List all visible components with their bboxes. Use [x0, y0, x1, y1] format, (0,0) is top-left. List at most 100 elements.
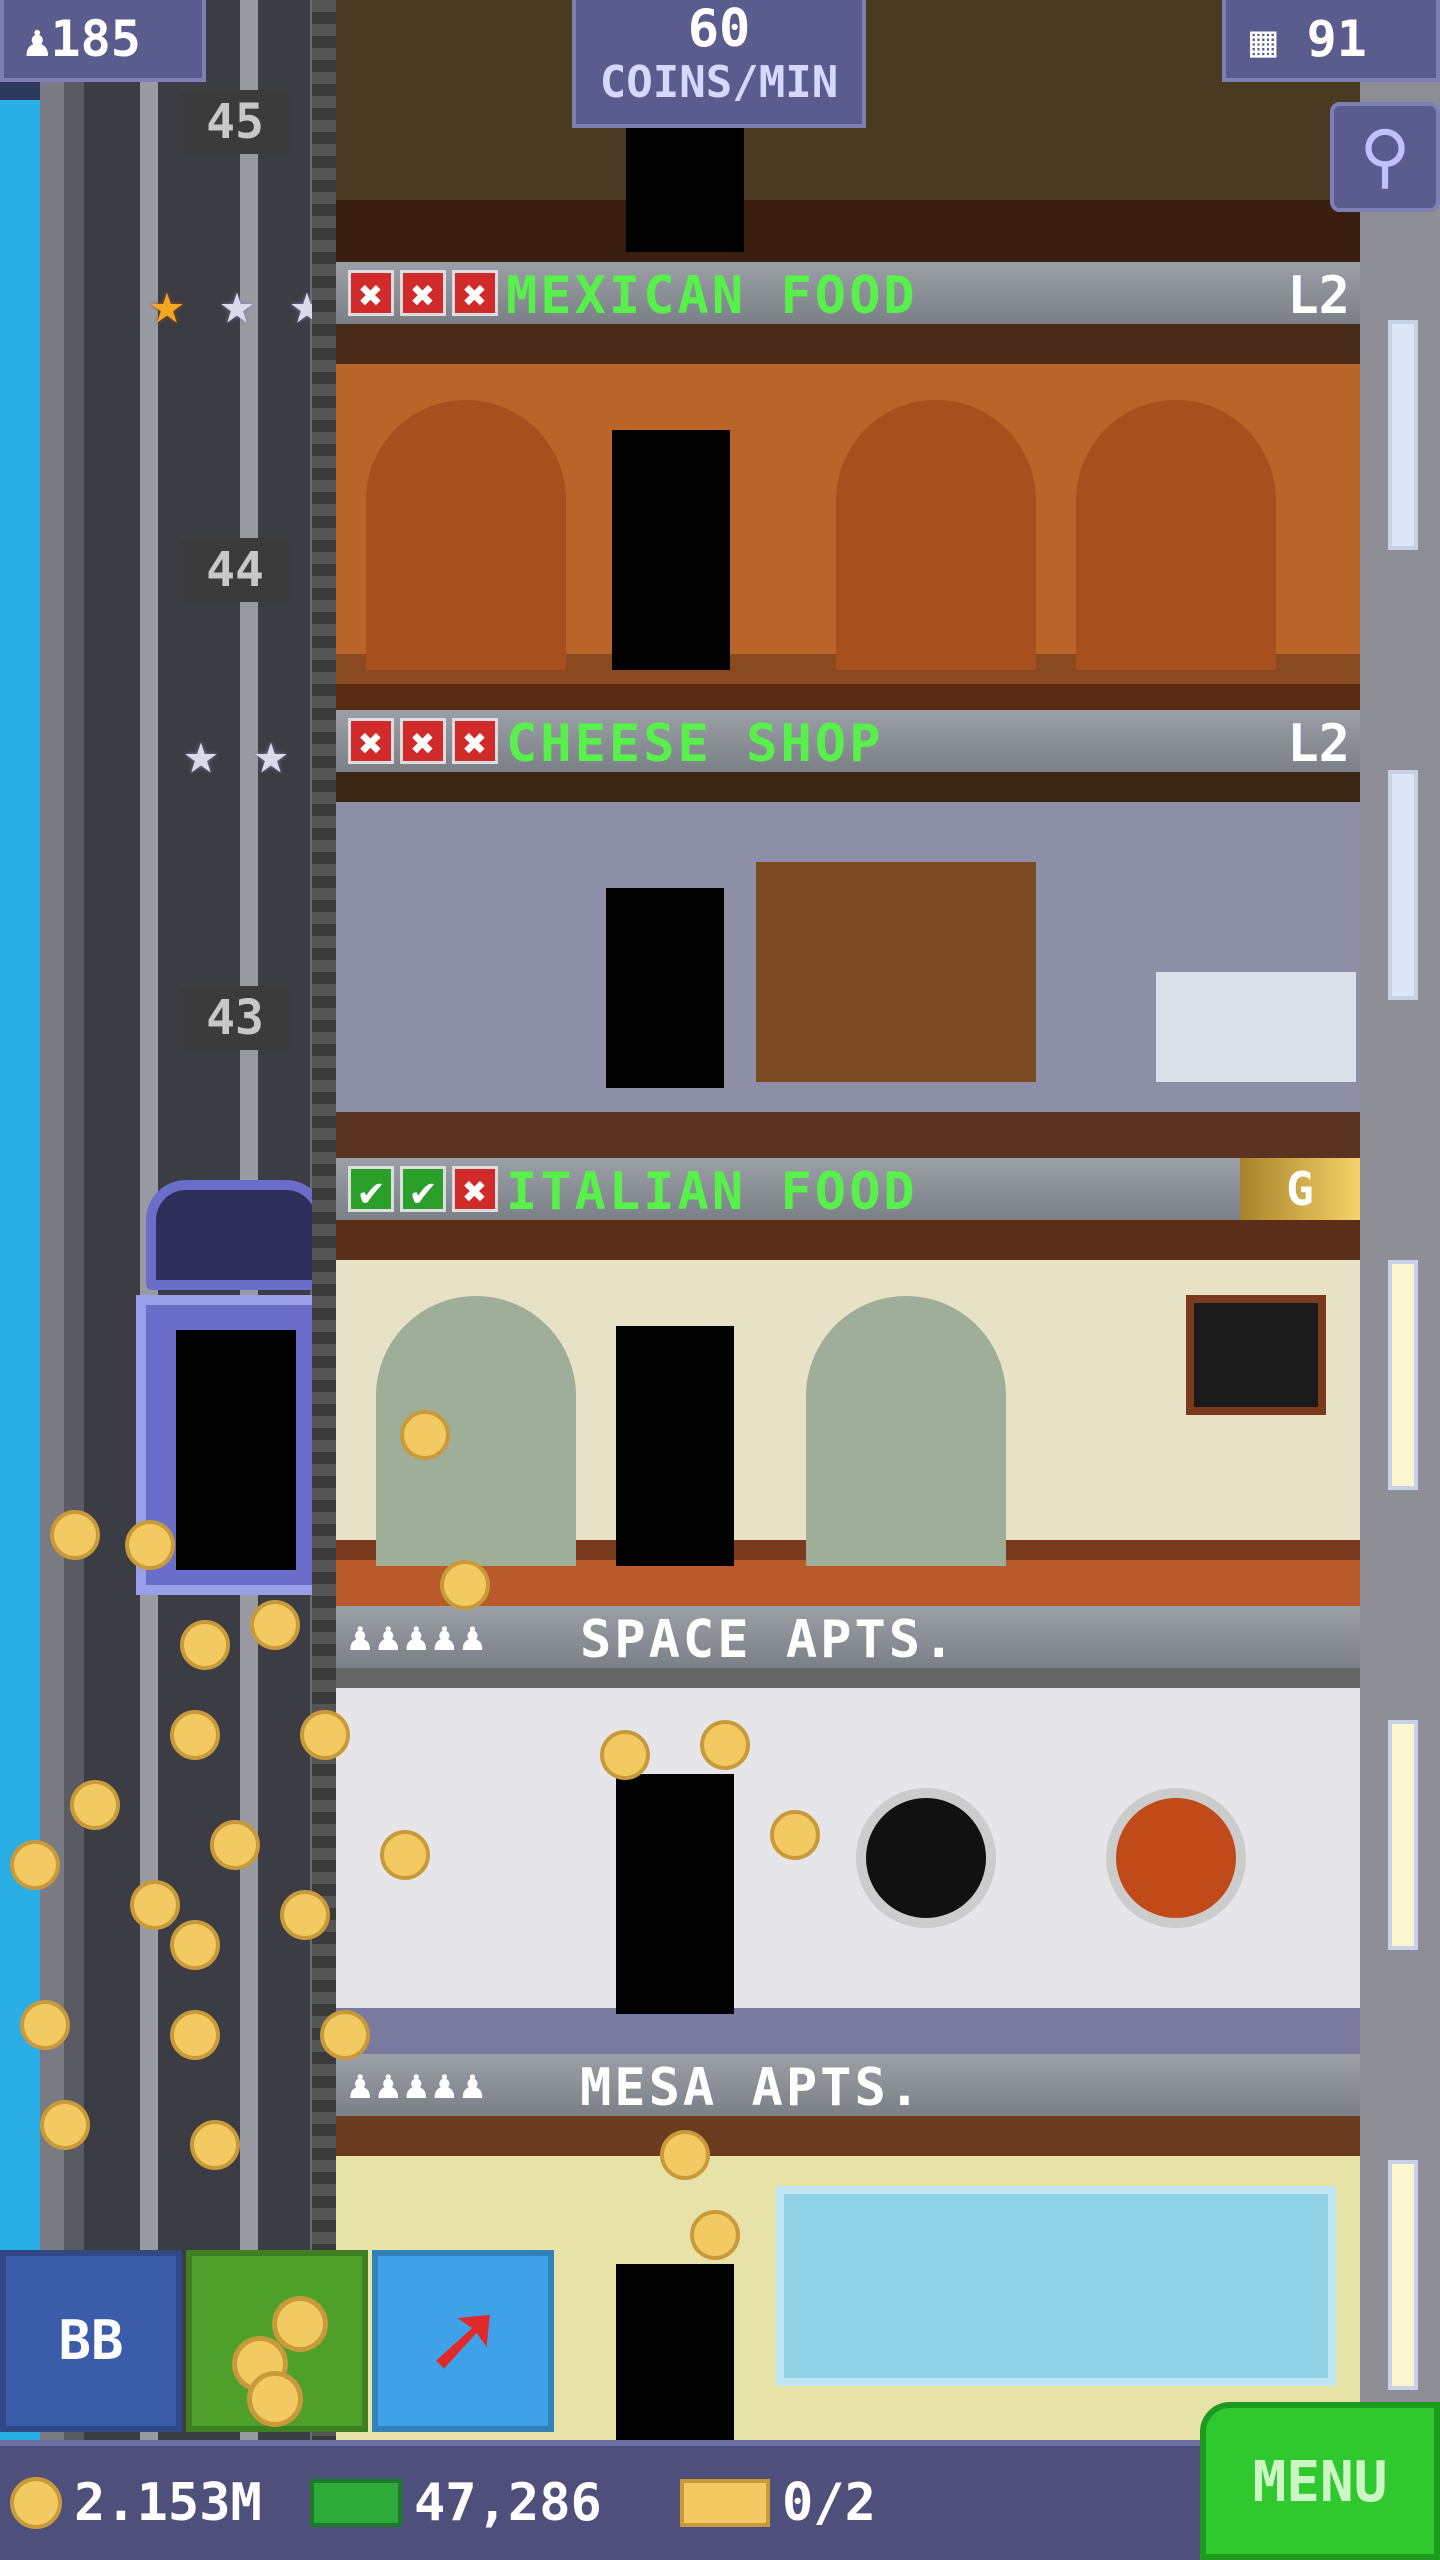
large-window [776, 2186, 1336, 2386]
floors-counter[interactable]: ▦ 91 [1222, 0, 1440, 82]
floor-title: MESA APTS. [580, 2058, 924, 2118]
coin-icon [10, 2477, 62, 2529]
cross-icon: ✖ [400, 718, 446, 767]
cross-icon: ✖ [400, 270, 446, 319]
magnifier-icon: ⚲ [1359, 115, 1411, 197]
floor-level: L2 [1287, 714, 1350, 774]
tower-bux-icon [310, 2479, 402, 2527]
door [616, 1774, 734, 2014]
task-marks: ✖ ✖ ✖ [348, 718, 498, 767]
display-case [1156, 972, 1356, 1082]
neighbor-building [1360, 0, 1440, 2460]
coins-icon [247, 2371, 303, 2427]
porthole-window [856, 1788, 996, 1928]
cross-icon: ✖ [348, 270, 394, 319]
floor-title: SPACE APTS. [580, 1610, 958, 1670]
elevator-car[interactable] [136, 1180, 336, 1610]
floor-title: CHEESE SHOP [506, 714, 884, 774]
floor-header: ♟♟♟♟♟ SPACE APTS. [336, 1606, 1360, 1670]
lit-window [1388, 2160, 1418, 2390]
cross-icon: ✖ [348, 718, 394, 767]
population-counter[interactable]: ♟185 [0, 0, 206, 82]
lit-window [1388, 1260, 1418, 1490]
check-icon: ✔ [348, 1166, 394, 1215]
check-icon: ✔ [400, 1166, 446, 1215]
search-button[interactable]: ⚲ [1330, 102, 1440, 212]
gold-star-icon: ★ [149, 269, 185, 337]
cross-icon: ✖ [452, 1166, 498, 1215]
floor-level: L2 [1287, 266, 1350, 326]
coins-icon [272, 2296, 328, 2352]
coins-rate-panel[interactable]: 60 COINS/MIN [572, 0, 866, 128]
floor-header: ✔ ✔ ✖ ITALIAN FOOD G [336, 1158, 1360, 1222]
room-interior [336, 324, 1360, 710]
room-interior [336, 1220, 1360, 1606]
coins-rate-unit: COINS/MIN [599, 57, 839, 108]
door [616, 2264, 734, 2454]
rocket-elevator-button[interactable]: ➚ [372, 2250, 554, 2432]
floor-number-44: 44 [180, 538, 290, 602]
floor-title: ITALIAN FOOD [506, 1162, 918, 1222]
arch [806, 1296, 1006, 1566]
floor-header: ✖ ✖ ✖ MEXICAN FOOD L2 [336, 262, 1360, 326]
rocket-icon: ➚ [429, 2277, 497, 2405]
floor-space-apts[interactable]: ♟♟♟♟♟ SPACE APTS. [336, 1606, 1360, 2054]
star-icon: ★ [219, 269, 255, 337]
task-marks: ✔ ✔ ✖ [348, 1166, 498, 1215]
coins-balance[interactable]: 2.153M [10, 2446, 262, 2560]
lit-window [1388, 1720, 1418, 1950]
population-value: 185 [50, 10, 141, 68]
floors-count-value: 91 [1306, 10, 1367, 68]
cross-icon: ✖ [452, 270, 498, 319]
mexican-food-stars: ★ ★ ★ [136, 272, 338, 334]
star-icon: ★ [183, 719, 219, 787]
bitbook-button[interactable]: BB [0, 2250, 182, 2432]
arch [376, 1296, 576, 1566]
floor-header: ♟♟♟♟♟ MESA APTS. [336, 2054, 1360, 2118]
elevator-shaft[interactable]: 45 ★ ★ ★ 44 ★ ★ 43 [40, 0, 336, 2460]
arch [1076, 400, 1276, 670]
menu-board [1186, 1295, 1326, 1415]
cheese-shop-stars: ★ ★ [170, 722, 302, 784]
floor-mexican-food[interactable]: ✖ ✖ ✖ MEXICAN FOOD L2 [336, 262, 1360, 710]
golden-ticket-badge[interactable]: G [1240, 1158, 1360, 1220]
floor-cheese-shop[interactable]: ✖ ✖ ✖ CHEESE SHOP L2 [336, 710, 1360, 1158]
golden-tickets-balance[interactable]: 0/2 [680, 2446, 876, 2560]
room-interior [336, 1668, 1360, 2054]
golden-tickets-value: 0/2 [782, 2473, 876, 2533]
cheese-shelves [756, 862, 1036, 1082]
door [612, 430, 730, 670]
sky-background [0, 0, 40, 2560]
coins-value: 2.153M [74, 2473, 262, 2533]
window [1388, 770, 1418, 1000]
elevator-cabin [136, 1295, 336, 1595]
floor-header: ✖ ✖ ✖ CHEESE SHOP L2 [336, 710, 1360, 774]
porthole-window [1106, 1788, 1246, 1928]
bux-balance[interactable]: 47,286 [310, 2446, 602, 2560]
population-icon: ♟ [24, 16, 51, 67]
bux-value: 47,286 [414, 2473, 602, 2533]
building-divider [312, 0, 336, 2460]
building-icon: ▦ [1250, 16, 1277, 67]
golden-ticket-icon [680, 2479, 770, 2527]
window [1388, 320, 1418, 550]
residents-icons: ♟♟♟♟♟ [348, 1614, 489, 1660]
door [606, 888, 724, 1088]
floor-italian-food[interactable]: ✔ ✔ ✖ ITALIAN FOOD G [336, 1158, 1360, 1606]
arch [836, 400, 1036, 670]
floor-number-45: 45 [180, 90, 290, 154]
task-marks: ✖ ✖ ✖ [348, 270, 498, 319]
elevator-crown [146, 1180, 326, 1290]
coins-rate-value: 60 [687, 0, 751, 59]
cross-icon: ✖ [452, 718, 498, 767]
floor-number-43: 43 [180, 986, 290, 1050]
door [626, 112, 744, 252]
floor-title: MEXICAN FOOD [506, 266, 918, 326]
residents-icons: ♟♟♟♟♟ [348, 2062, 489, 2108]
arch [366, 400, 566, 670]
star-icon: ★ [253, 719, 289, 787]
elevator-door [176, 1330, 296, 1570]
room-interior [336, 772, 1360, 1158]
menu-button[interactable]: MENU [1200, 2402, 1440, 2560]
coins-button[interactable] [186, 2250, 368, 2432]
